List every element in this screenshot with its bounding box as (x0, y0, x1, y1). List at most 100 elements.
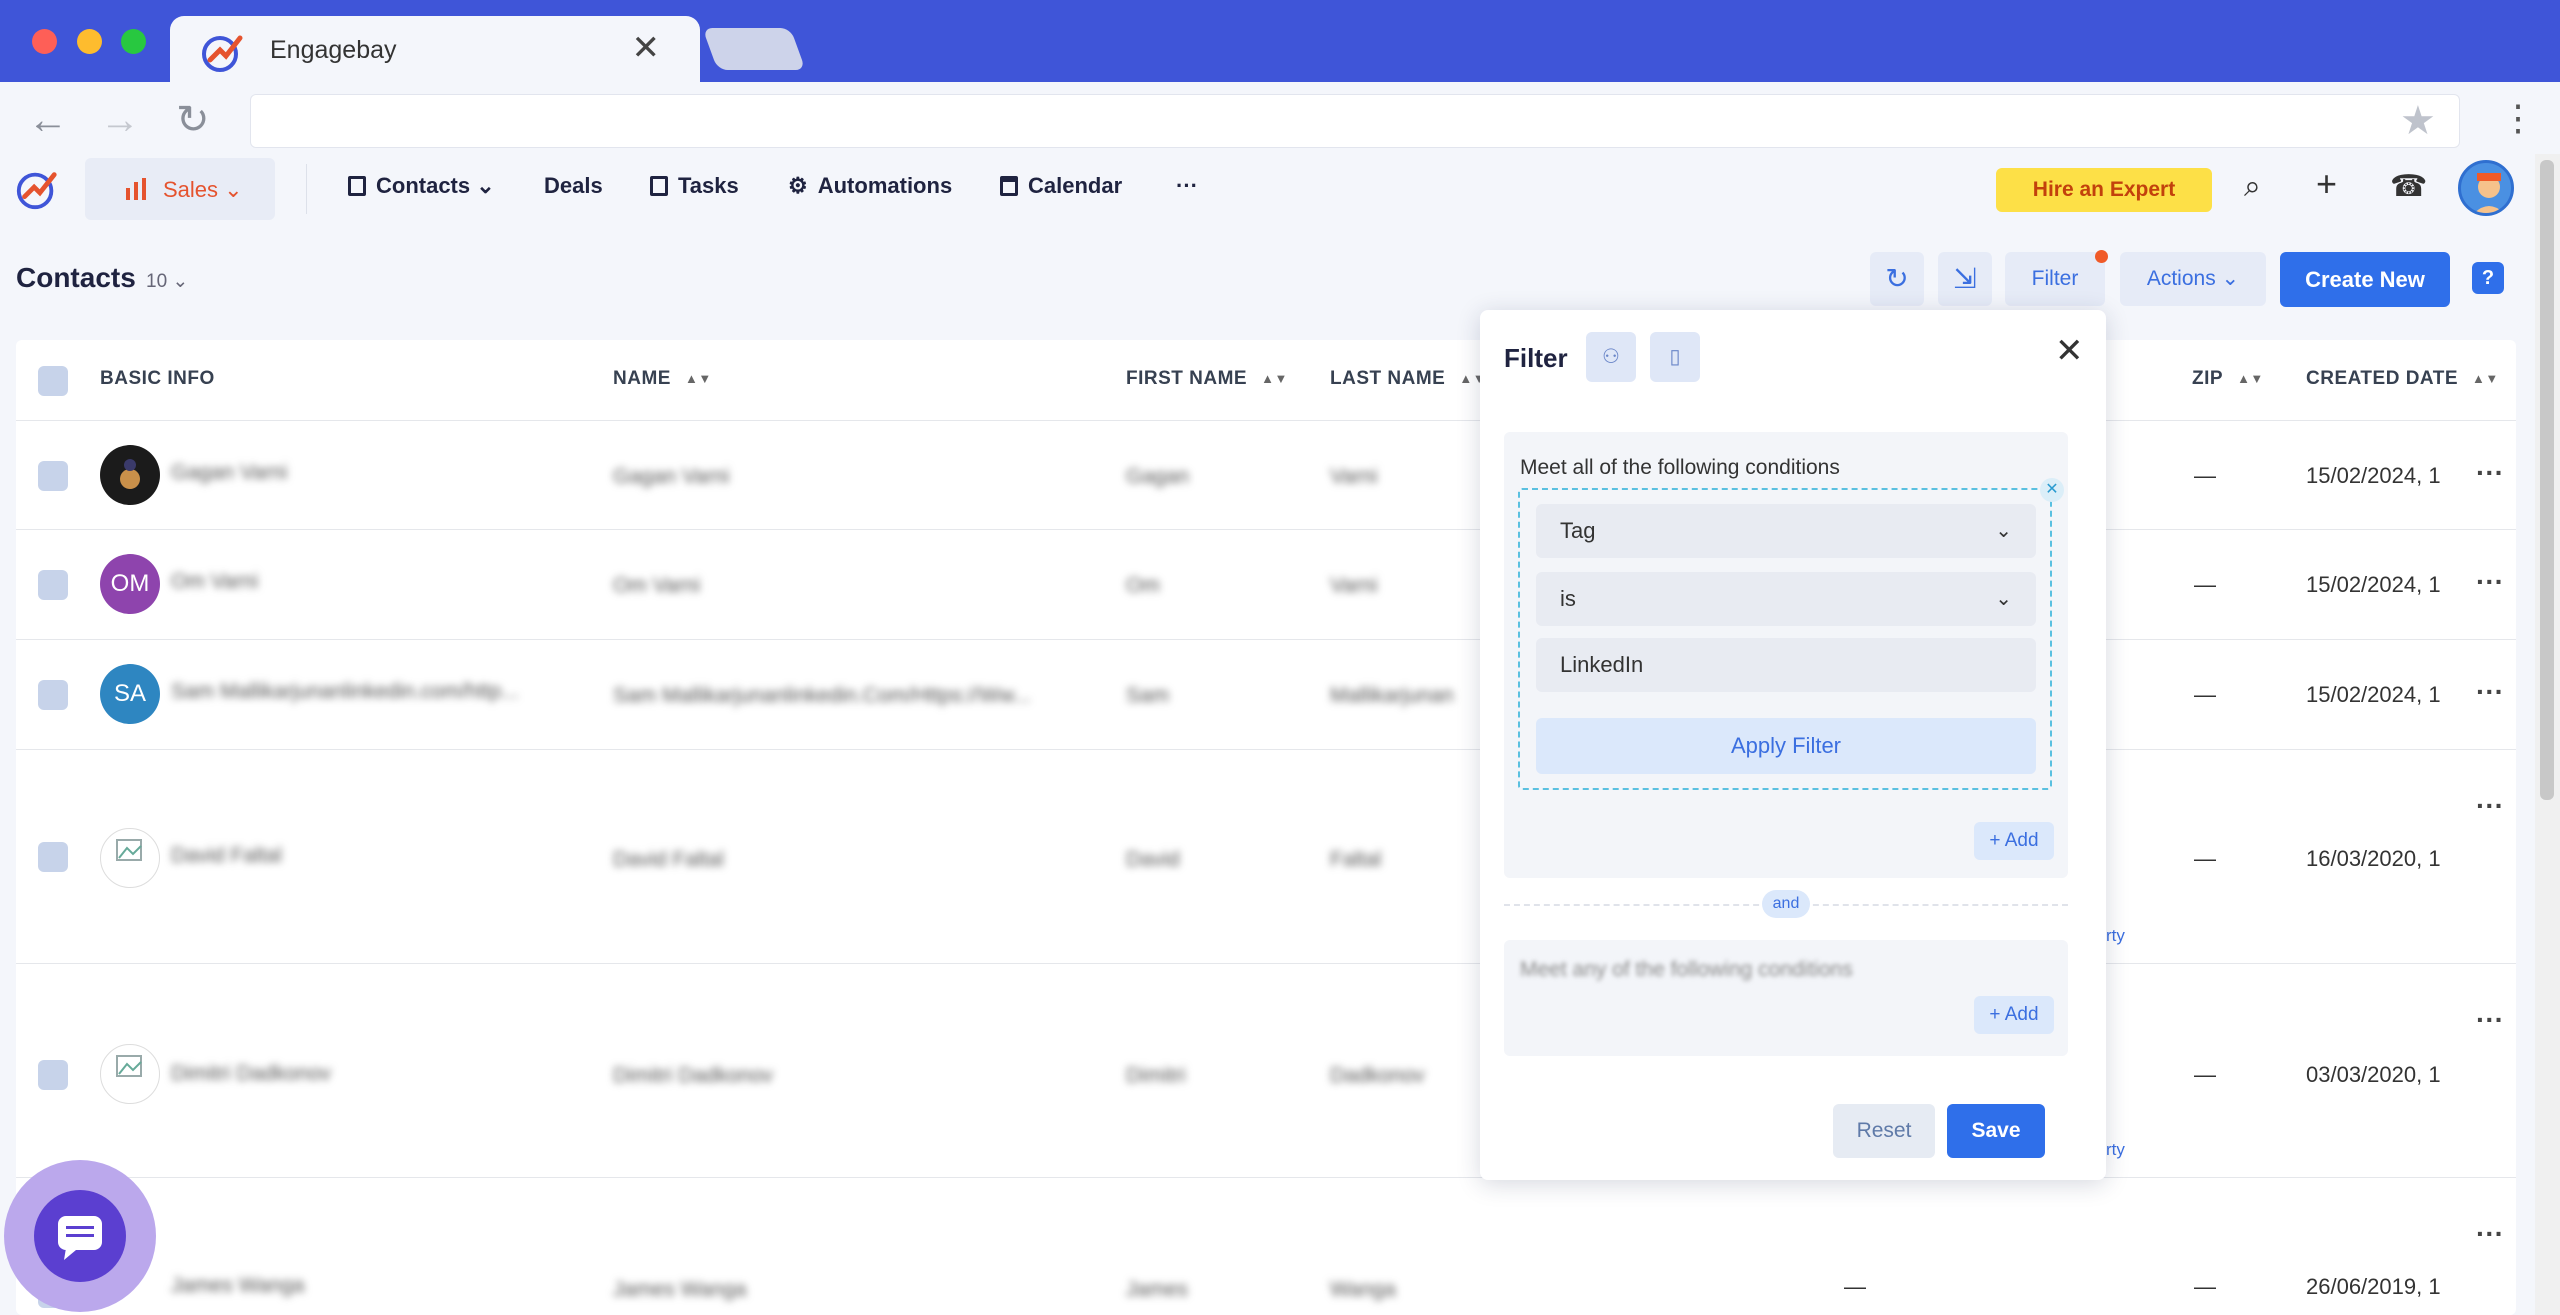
condition-rule: Tag ⌄ is ⌄ LinkedIn Apply Filter ✕ (1518, 478, 2064, 790)
row-checkbox[interactable] (38, 461, 68, 491)
nav-automations-label: Automations (817, 173, 953, 198)
row-checkbox[interactable] (38, 570, 68, 600)
col-name[interactable]: NAME ▲▼ (613, 368, 712, 390)
import-button[interactable]: ⇲ (1938, 252, 1992, 306)
bookmark-star-icon[interactable]: ★ (2400, 98, 2436, 144)
field-select[interactable]: Tag ⌄ (1536, 504, 2036, 558)
row-menu-icon[interactable]: ··· (2476, 1218, 2504, 1250)
scrollbar-thumb[interactable] (2540, 160, 2554, 800)
hire-expert-button[interactable]: Hire an Expert (1996, 168, 2212, 212)
col-created-date[interactable]: CREATED DATE ▲▼ (2306, 368, 2499, 390)
url-input[interactable] (250, 94, 2460, 148)
nav-more[interactable]: ··· (1176, 173, 1198, 199)
refresh-button[interactable]: ↻ (1870, 252, 1924, 306)
sort-icon[interactable]: ▲▼ (685, 371, 712, 386)
avatar (100, 445, 160, 505)
col-zip[interactable]: ZIP ▲▼ (2192, 368, 2264, 390)
search-icon[interactable]: ⌕ (2244, 172, 2261, 202)
row-menu-icon[interactable]: ··· (2476, 1004, 2504, 1036)
row-basic-info[interactable]: James Wanga (171, 1274, 304, 1298)
row-field: — (1844, 1274, 1866, 1299)
create-new-button[interactable]: Create New (2280, 252, 2450, 307)
table-row[interactable]: Dimitri Dadkonov Dimitri Dadkonov Dimitr… (16, 964, 2516, 1178)
broken-image-icon (116, 1055, 142, 1077)
table-row[interactable]: OM Om Varni Om Varni Om Varni — 15/02/20… (16, 530, 2516, 640)
close-icon[interactable]: ✕ (2055, 334, 2084, 368)
reset-button[interactable]: Reset (1833, 1104, 1935, 1158)
filter-button[interactable]: Filter (2005, 252, 2105, 306)
row-menu-icon[interactable]: ··· (2476, 676, 2504, 708)
and-label: and (1762, 890, 1810, 918)
table-row[interactable]: David Faltal David Faltal David Faltal r… (16, 750, 2516, 964)
actions-dropdown[interactable]: Actions ⌄ (2120, 252, 2266, 306)
saved-filters-button[interactable]: ⚇ (1586, 332, 1636, 382)
sort-icon[interactable]: ▲▼ (2472, 371, 2499, 386)
chat-widget-button[interactable] (34, 1190, 126, 1282)
contacts-count-dropdown[interactable]: 10 ⌄ (146, 270, 188, 293)
sort-icon[interactable]: ▲▼ (2237, 371, 2264, 386)
add-condition-button[interactable]: + Add (1974, 996, 2054, 1034)
row-first-name: Gagan (1126, 465, 1190, 488)
value-input-text: LinkedIn (1560, 652, 1644, 677)
gear-icon: ⚙ (788, 173, 808, 198)
row-created-date: 16/03/2020, 1 (2306, 846, 2441, 871)
browser-menu-icon[interactable]: ⋮ (2500, 100, 2536, 136)
window-minimize-button[interactable] (77, 29, 102, 54)
apply-filter-button[interactable]: Apply Filter (1536, 718, 2036, 774)
nav-calendar[interactable]: Calendar (1000, 173, 1122, 199)
avatar: SA (100, 664, 160, 724)
col-name-label: NAME (613, 368, 671, 389)
operator-select[interactable]: is ⌄ (1536, 572, 2036, 626)
col-first-name[interactable]: FIRST NAME ▲▼ (1126, 368, 1288, 390)
help-icon[interactable]: ? (2472, 262, 2504, 294)
contacts-book-icon (348, 176, 366, 196)
sales-module-dropdown[interactable]: Sales ⌄ (85, 158, 275, 220)
segments-button[interactable]: ▯ (1650, 332, 1700, 382)
save-button[interactable]: Save (1947, 1104, 2045, 1158)
more-dots-icon: ··· (1176, 173, 1198, 198)
row-checkbox[interactable] (38, 842, 68, 872)
forward-icon[interactable]: → (100, 100, 140, 140)
row-menu-icon[interactable]: ··· (2476, 566, 2504, 598)
row-basic-info[interactable]: Dimitri Dadkonov (171, 1062, 331, 1086)
nav-tasks[interactable]: Tasks (650, 173, 739, 199)
table-row[interactable]: SA Sam Mallikarjunanlinkedin.com/http...… (16, 640, 2516, 750)
window-close-button[interactable] (32, 29, 57, 54)
select-all-checkbox[interactable] (38, 366, 68, 396)
row-basic-info[interactable]: Om Varni (171, 570, 258, 594)
remove-rule-icon[interactable]: ✕ (2040, 478, 2064, 502)
phone-icon[interactable]: ☎ (2390, 172, 2427, 202)
row-menu-icon[interactable]: ··· (2476, 457, 2504, 489)
reload-icon[interactable]: ↻ (176, 100, 210, 140)
col-last-name[interactable]: LAST NAME ▲▼ (1330, 368, 1486, 390)
row-basic-info[interactable]: David Faltal (171, 844, 282, 868)
user-avatar[interactable] (2458, 160, 2514, 216)
app-logo-icon[interactable] (14, 166, 60, 212)
table-row[interactable]: Gagan Varni Gagan Varni Gagan Varni — 15… (16, 421, 2516, 530)
add-icon[interactable]: + (2316, 166, 2337, 202)
value-input[interactable]: LinkedIn (1536, 638, 2036, 692)
col-created-date-label: CREATED DATE (2306, 368, 2459, 389)
browser-tab[interactable]: Engagebay ✕ (170, 16, 700, 82)
nav-contacts[interactable]: Contacts ⌄ (348, 173, 495, 199)
row-last-name: Dadkonov (1330, 1064, 1425, 1087)
sort-icon[interactable]: ▲▼ (1261, 371, 1288, 386)
tab-close-icon[interactable]: ✕ (632, 28, 661, 68)
row-checkbox[interactable] (38, 680, 68, 710)
row-name: James Wanga (613, 1278, 747, 1301)
row-checkbox[interactable] (38, 1060, 68, 1090)
window-maximize-button[interactable] (121, 29, 146, 54)
row-name: Dimitri Dadkonov (613, 1064, 773, 1087)
nav-automations[interactable]: ⚙ Automations (788, 173, 952, 199)
row-zip: — (2194, 846, 2216, 871)
nav-deals[interactable]: Deals (544, 173, 603, 199)
row-menu-icon[interactable]: ··· (2476, 790, 2504, 822)
app-navbar: Sales ⌄ Contacts ⌄ Deals Tasks ⚙ Automat… (0, 154, 2535, 234)
filter-panel: Filter ⚇ ▯ ✕ Meet all of the following c… (1480, 310, 2106, 1180)
row-basic-info[interactable]: Sam Mallikarjunanlinkedin.com/http... (171, 680, 519, 704)
add-condition-button[interactable]: + Add (1974, 822, 2054, 860)
row-basic-info[interactable]: Gagan Varni (171, 461, 287, 485)
back-icon[interactable]: ← (28, 100, 68, 140)
table-row[interactable]: James Wanga James Wanga James Wanga — — … (16, 1178, 2516, 1315)
new-tab-button[interactable] (702, 28, 806, 70)
